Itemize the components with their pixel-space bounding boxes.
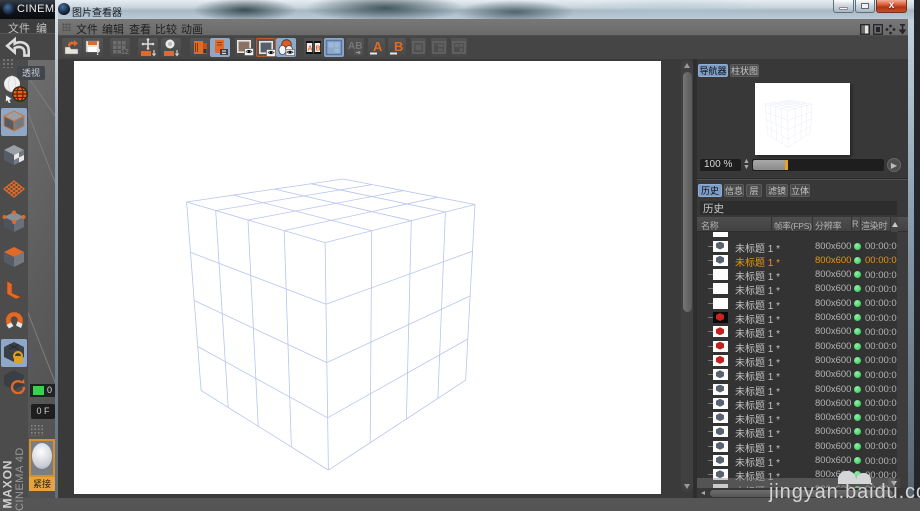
svg-text:A: A <box>308 46 313 53</box>
svg-text:12: 12 <box>121 49 129 56</box>
svg-text:?: ? <box>95 47 101 57</box>
svg-text:B: B <box>394 39 403 54</box>
svg-text:B: B <box>316 46 321 53</box>
svg-text:A: A <box>373 39 383 54</box>
